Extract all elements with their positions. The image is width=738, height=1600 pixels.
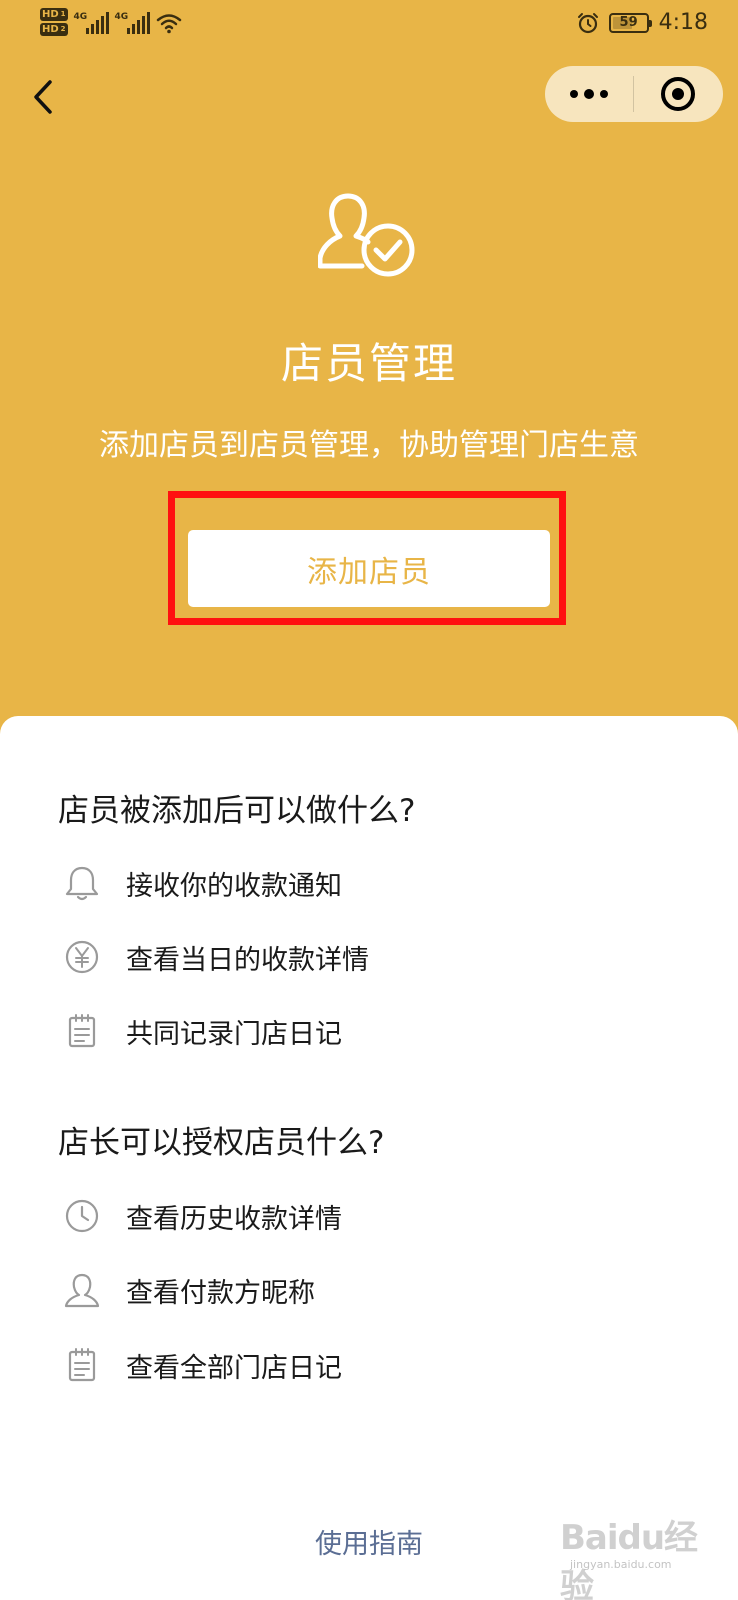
close-button[interactable] — [634, 66, 722, 122]
signal-sim1-icon: 4G — [74, 8, 109, 34]
item-label: 查看付款方昵称 — [126, 1277, 315, 1309]
list-item: 共同记录门店日记 — [62, 1006, 662, 1056]
item-label: 共同记录门店日记 — [126, 1018, 342, 1050]
clock-icon — [65, 1199, 99, 1233]
target-ring-icon — [661, 77, 695, 111]
item-label: 查看历史收款详情 — [126, 1203, 342, 1235]
list-item: 查看付款方昵称 — [62, 1265, 662, 1315]
list-item: 接收你的收款通知 — [62, 858, 662, 908]
signal-sim2-icon: 4G — [115, 8, 150, 34]
hd-badge-2: HD 2 — [40, 23, 68, 36]
bell-icon — [65, 866, 99, 901]
status-bar: HD 1 HD 2 4G 4G 59 4:18 — [0, 0, 738, 52]
list-item: 查看全部门店日记 — [62, 1340, 662, 1390]
mini-program-capsule — [545, 66, 723, 122]
notepad-icon — [68, 1014, 96, 1048]
page-subtitle: 添加店员到店员管理，协助管理门店生意 — [99, 428, 639, 463]
hd-indicators: HD 1 HD 2 — [40, 8, 68, 36]
item-label: 查看当日的收款详情 — [126, 944, 369, 976]
item-label: 接收你的收款通知 — [126, 870, 342, 902]
status-right: 59 4:18 — [577, 10, 708, 35]
hd-badge-1: HD 1 — [40, 8, 68, 21]
baidu-watermark: Baidu经验 jingyan.baidu.com — [560, 1518, 698, 1600]
yuan-coin-icon — [65, 940, 99, 974]
status-left: HD 1 HD 2 4G 4G — [40, 8, 182, 36]
user-icon — [64, 1273, 100, 1308]
section-title-after-added: 店员被添加后可以做什么? — [58, 793, 416, 829]
add-staff-button[interactable]: 添加店员 — [188, 530, 550, 607]
battery-icon: 59 — [608, 12, 652, 33]
wifi-icon — [156, 14, 181, 34]
chevron-left-icon — [34, 80, 52, 114]
back-button[interactable] — [24, 72, 64, 122]
item-label: 查看全部门店日记 — [126, 1352, 342, 1384]
more-button[interactable] — [545, 66, 633, 122]
status-time: 4:18 — [658, 10, 708, 35]
user-check-icon — [318, 193, 415, 277]
alarm-clock-icon — [577, 12, 598, 33]
more-dots-icon — [570, 90, 578, 98]
page-title: 店员管理 — [280, 339, 457, 388]
notepad-icon — [68, 1348, 96, 1382]
list-item: 查看当日的收款详情 — [62, 932, 662, 982]
section-title-authorize: 店长可以授权店员什么? — [58, 1125, 385, 1161]
list-item: 查看历史收款详情 — [62, 1191, 662, 1241]
